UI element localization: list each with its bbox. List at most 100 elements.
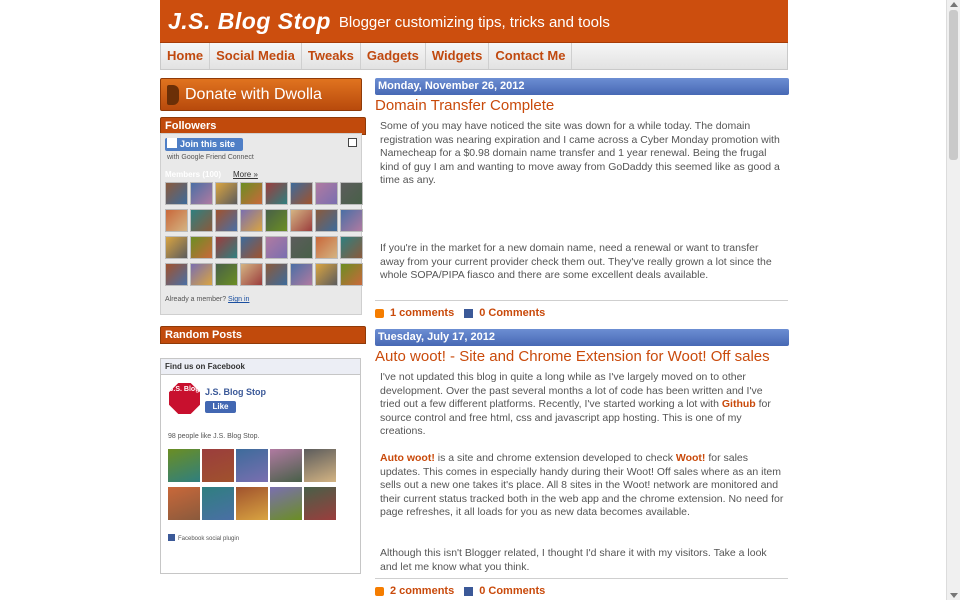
nav-gadgets[interactable]: Gadgets — [361, 43, 426, 69]
member-avatar[interactable] — [265, 182, 288, 205]
post-paragraph: Some of you may have noticed the site wa… — [380, 120, 780, 187]
member-avatar[interactable] — [190, 236, 213, 259]
fan-avatar[interactable] — [202, 487, 234, 520]
post-divider — [375, 578, 788, 579]
fb-comments-link[interactable]: 0 Comments — [479, 585, 545, 597]
random-posts-title: Random Posts — [160, 326, 366, 344]
already-text: Already a member? — [165, 296, 227, 303]
member-avatar[interactable] — [215, 263, 238, 286]
post-title[interactable]: Domain Transfer Complete — [375, 97, 554, 114]
fb-like-button[interactable]: Like — [205, 401, 236, 413]
already-member: Already a member? Sign in — [165, 296, 249, 303]
facebook-comment-icon — [464, 308, 474, 318]
nav-contact-me[interactable]: Contact Me — [489, 43, 573, 69]
join-label: Join this site — [180, 139, 236, 149]
nav-bar: Home Social Media Tweaks Gadgets Widgets… — [160, 43, 788, 70]
member-avatar[interactable] — [190, 209, 213, 232]
blog-logo-text: J.S. Blog — [169, 386, 200, 393]
member-avatar[interactable] — [165, 209, 188, 232]
donate-label: Donate with Dwolla — [185, 85, 322, 103]
nav-home[interactable]: Home — [161, 43, 211, 69]
member-avatar[interactable] — [290, 182, 313, 205]
fb-page-name[interactable]: J.S. Blog Stop — [205, 387, 266, 397]
page-scrollbar[interactable] — [946, 0, 960, 600]
member-avatar[interactable] — [265, 263, 288, 286]
fan-avatar[interactable] — [270, 487, 302, 520]
followers-widget: Join this site with Google Friend Connec… — [160, 133, 363, 315]
member-avatar[interactable] — [240, 209, 263, 232]
post-text: is a site and chrome extension developed… — [434, 452, 676, 464]
member-avatar[interactable] — [315, 236, 338, 259]
fan-avatar[interactable] — [236, 487, 268, 520]
fan-avatar[interactable] — [304, 487, 336, 520]
member-avatar[interactable] — [290, 209, 313, 232]
join-site-button[interactable]: Join this site — [165, 138, 243, 151]
github-link[interactable]: Github — [722, 398, 756, 410]
member-avatar[interactable] — [340, 263, 363, 286]
google-icon — [167, 138, 177, 148]
site-description: Blogger customizing tips, tricks and too… — [338, 14, 610, 31]
dwolla-icon — [167, 84, 179, 105]
members-more-link[interactable]: More » — [233, 170, 258, 179]
fan-avatar[interactable] — [202, 449, 234, 482]
post-footer: 1 comments 0 Comments — [375, 307, 545, 319]
woot-link[interactable]: Woot! — [676, 452, 706, 464]
member-avatar[interactable] — [240, 236, 263, 259]
scroll-down-arrow-icon[interactable] — [950, 593, 958, 598]
fb-comments-link[interactable]: 0 Comments — [479, 307, 545, 319]
member-avatar[interactable] — [215, 182, 238, 205]
member-avatar[interactable] — [165, 182, 188, 205]
member-avatar[interactable] — [340, 236, 363, 259]
donate-button[interactable]: Donate with Dwolla — [160, 78, 362, 111]
member-avatar[interactable] — [165, 236, 188, 259]
gfc-sublabel: with Google Friend Connect — [167, 154, 254, 161]
member-avatar[interactable] — [315, 209, 338, 232]
fan-avatar[interactable] — [270, 449, 302, 482]
post-body: I've not updated this blog in quite a lo… — [380, 371, 785, 439]
member-avatar[interactable] — [215, 209, 238, 232]
auto-woot-link[interactable]: Auto woot! — [380, 452, 435, 464]
fb-people-count: 98 people like J.S. Blog Stop. — [168, 433, 260, 440]
post-paragraph: Auto woot! is a site and chrome extensio… — [380, 452, 785, 520]
popout-icon[interactable] — [348, 138, 357, 147]
post-body: If you're in the market for a new domain… — [380, 242, 785, 283]
member-avatar[interactable] — [265, 236, 288, 259]
member-avatar[interactable] — [290, 263, 313, 286]
scroll-thumb[interactable] — [949, 10, 958, 160]
member-avatar[interactable] — [315, 263, 338, 286]
nav-tweaks[interactable]: Tweaks — [302, 43, 361, 69]
member-avatar[interactable] — [315, 182, 338, 205]
post-title[interactable]: Auto woot! - Site and Chrome Extension f… — [375, 348, 770, 365]
comments-link[interactable]: 1 comments — [390, 307, 454, 319]
facebook-icon — [168, 534, 175, 541]
fan-avatar[interactable] — [236, 449, 268, 482]
fb-social-plugin[interactable]: Facebook social plugin — [168, 534, 239, 542]
blog-logo[interactable]: J.S. Blog — [169, 383, 200, 414]
member-avatar[interactable] — [240, 182, 263, 205]
member-avatar[interactable] — [190, 263, 213, 286]
nav-widgets[interactable]: Widgets — [426, 43, 490, 69]
fan-avatar[interactable] — [168, 487, 200, 520]
member-avatar[interactable] — [215, 236, 238, 259]
member-avatar[interactable] — [340, 209, 363, 232]
post-body: Although this isn't Blogger related, I t… — [380, 547, 785, 574]
scroll-up-arrow-icon[interactable] — [950, 2, 958, 7]
page-container: J.S. Blog Stop Blogger customizing tips,… — [160, 0, 789, 600]
fan-avatar[interactable] — [168, 449, 200, 482]
sign-in-link[interactable]: Sign in — [228, 296, 249, 303]
member-avatar[interactable] — [165, 263, 188, 286]
blog-header: J.S. Blog Stop Blogger customizing tips,… — [160, 0, 788, 43]
comments-link[interactable]: 2 comments — [390, 585, 454, 597]
post-date: Monday, November 26, 2012 — [375, 78, 789, 95]
fan-avatar[interactable] — [304, 449, 336, 482]
member-avatar[interactable] — [290, 236, 313, 259]
member-avatar[interactable] — [340, 182, 363, 205]
member-avatar[interactable] — [240, 263, 263, 286]
member-avatar[interactable] — [190, 182, 213, 205]
nav-social-media[interactable]: Social Media — [210, 43, 302, 69]
member-avatar[interactable] — [265, 209, 288, 232]
facebook-comment-icon — [464, 586, 474, 596]
site-title[interactable]: J.S. Blog Stop — [168, 8, 331, 35]
post-paragraph: Although this isn't Blogger related, I t… — [380, 547, 767, 573]
facebook-widget-header: Find us on Facebook — [161, 359, 360, 375]
